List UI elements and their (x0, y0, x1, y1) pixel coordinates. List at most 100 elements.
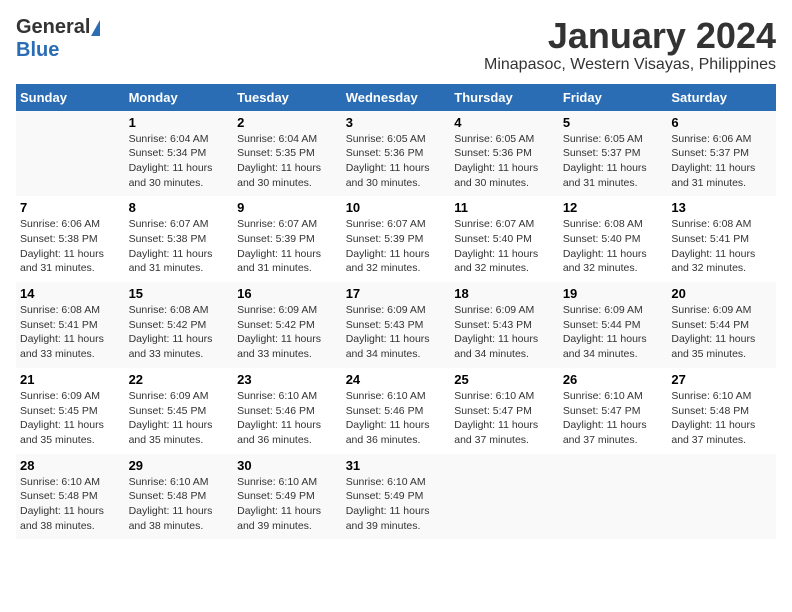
logo: General Blue (16, 16, 100, 62)
page-title: January 2024 (484, 16, 776, 56)
calendar-cell: 16Sunrise: 6:09 AM Sunset: 5:42 PM Dayli… (233, 282, 342, 368)
calendar-table: SundayMondayTuesdayWednesdayThursdayFrid… (16, 84, 776, 540)
day-content: Sunrise: 6:10 AM Sunset: 5:49 PM Dayligh… (346, 475, 447, 534)
calendar-cell: 29Sunrise: 6:10 AM Sunset: 5:48 PM Dayli… (125, 454, 234, 540)
calendar-cell: 30 Sunrise: 6:10 AM Sunset: 5:49 PM Dayli… (233, 454, 342, 540)
weekday-header-monday: Monday (125, 84, 234, 111)
day-number: 4 (454, 115, 555, 130)
day-number: 22 (129, 372, 230, 387)
day-content: Sunrise: 6:07 AM Sunset: 5:40 PM Dayligh… (454, 217, 555, 276)
calendar-cell: 12 Sunrise: 6:08 AM Sunset: 5:40 PM Dayli… (559, 196, 668, 282)
calendar-cell: 10 Sunrise: 6:07 AM Sunset: 5:39 PM Dayli… (342, 196, 451, 282)
day-number: 26 (563, 372, 664, 387)
weekday-header-friday: Friday (559, 84, 668, 111)
day-content: Sunrise: 6:10 AM Sunset: 5:48 PM Dayligh… (671, 389, 772, 448)
day-number: 31 (346, 458, 447, 473)
calendar-week-5: 28 Sunrise: 6:10 AM Sunset: 5:48 PM Dayli… (16, 454, 776, 540)
calendar-cell: 13 Sunrise: 6:08 AM Sunset: 5:41 PM Dayli… (667, 196, 776, 282)
calendar-cell: 4 Sunrise: 6:05 AM Sunset: 5:36 PM Daylig… (450, 111, 559, 197)
logo-general-text: General (16, 16, 90, 39)
calendar-cell: 21Sunrise: 6:09 AM Sunset: 5:45 PM Dayli… (16, 368, 125, 454)
weekday-header-tuesday: Tuesday (233, 84, 342, 111)
day-number: 30 (237, 458, 338, 473)
day-number: 19 (563, 286, 664, 301)
weekday-header-saturday: Saturday (667, 84, 776, 111)
calendar-cell: 3 Sunrise: 6:05 AM Sunset: 5:36 PM Daylig… (342, 111, 451, 197)
calendar-cell: 9Sunrise: 6:07 AM Sunset: 5:39 PM Daylig… (233, 196, 342, 282)
day-number: 2 (237, 115, 338, 130)
day-content: Sunrise: 6:09 AM Sunset: 5:44 PM Dayligh… (563, 303, 664, 362)
calendar-week-4: 21Sunrise: 6:09 AM Sunset: 5:45 PM Dayli… (16, 368, 776, 454)
day-content: Sunrise: 6:08 AM Sunset: 5:41 PM Dayligh… (671, 217, 772, 276)
day-content: Sunrise: 6:09 AM Sunset: 5:43 PM Dayligh… (346, 303, 447, 362)
day-number: 8 (129, 200, 230, 215)
day-content: Sunrise: 6:09 AM Sunset: 5:43 PM Dayligh… (454, 303, 555, 362)
day-content: Sunrise: 6:08 AM Sunset: 5:42 PM Dayligh… (129, 303, 230, 362)
calendar-cell (559, 454, 668, 540)
weekday-header-wednesday: Wednesday (342, 84, 451, 111)
day-number: 18 (454, 286, 555, 301)
calendar-cell: 15Sunrise: 6:08 AM Sunset: 5:42 PM Dayli… (125, 282, 234, 368)
calendar-cell: 11 Sunrise: 6:07 AM Sunset: 5:40 PM Dayli… (450, 196, 559, 282)
day-number: 11 (454, 200, 555, 215)
day-content: Sunrise: 6:07 AM Sunset: 5:38 PM Dayligh… (129, 217, 230, 276)
calendar-cell: 1 Sunrise: 6:04 AM Sunset: 5:34 PM Daylig… (125, 111, 234, 197)
day-content: Sunrise: 6:09 AM Sunset: 5:42 PM Dayligh… (237, 303, 338, 362)
calendar-cell: 23Sunrise: 6:10 AM Sunset: 5:46 PM Dayli… (233, 368, 342, 454)
day-content: Sunrise: 6:09 AM Sunset: 5:45 PM Dayligh… (129, 389, 230, 448)
day-number: 17 (346, 286, 447, 301)
calendar-cell: 31 Sunrise: 6:10 AM Sunset: 5:49 PM Dayli… (342, 454, 451, 540)
weekday-header-row: SundayMondayTuesdayWednesdayThursdayFrid… (16, 84, 776, 111)
page-header: General Blue January 2024 Minapasoc, Wes… (16, 16, 776, 74)
calendar-cell (450, 454, 559, 540)
calendar-cell: 2Sunrise: 6:04 AM Sunset: 5:35 PM Daylig… (233, 111, 342, 197)
day-content: Sunrise: 6:06 AM Sunset: 5:38 PM Dayligh… (20, 217, 121, 276)
calendar-cell: 8 Sunrise: 6:07 AM Sunset: 5:38 PM Daylig… (125, 196, 234, 282)
day-number: 3 (346, 115, 447, 130)
day-number: 5 (563, 115, 664, 130)
calendar-cell: 17 Sunrise: 6:09 AM Sunset: 5:43 PM Dayli… (342, 282, 451, 368)
calendar-cell (667, 454, 776, 540)
day-content: Sunrise: 6:05 AM Sunset: 5:36 PM Dayligh… (346, 132, 447, 191)
day-number: 27 (671, 372, 772, 387)
weekday-header-sunday: Sunday (16, 84, 125, 111)
calendar-week-3: 14Sunrise: 6:08 AM Sunset: 5:41 PM Dayli… (16, 282, 776, 368)
day-number: 13 (671, 200, 772, 215)
day-content: Sunrise: 6:10 AM Sunset: 5:47 PM Dayligh… (563, 389, 664, 448)
day-number: 12 (563, 200, 664, 215)
day-content: Sunrise: 6:05 AM Sunset: 5:37 PM Dayligh… (563, 132, 664, 191)
calendar-cell (16, 111, 125, 197)
day-number: 24 (346, 372, 447, 387)
day-number: 1 (129, 115, 230, 130)
calendar-cell: 28Sunrise: 6:10 AM Sunset: 5:48 PM Dayli… (16, 454, 125, 540)
calendar-cell: 25Sunrise: 6:10 AM Sunset: 5:47 PM Dayli… (450, 368, 559, 454)
day-content: Sunrise: 6:08 AM Sunset: 5:40 PM Dayligh… (563, 217, 664, 276)
day-number: 14 (20, 286, 121, 301)
calendar-cell: 27 Sunrise: 6:10 AM Sunset: 5:48 PM Dayli… (667, 368, 776, 454)
day-content: Sunrise: 6:05 AM Sunset: 5:36 PM Dayligh… (454, 132, 555, 191)
day-number: 23 (237, 372, 338, 387)
day-number: 20 (671, 286, 772, 301)
day-content: Sunrise: 6:10 AM Sunset: 5:46 PM Dayligh… (346, 389, 447, 448)
calendar-cell: 24 Sunrise: 6:10 AM Sunset: 5:46 PM Dayli… (342, 368, 451, 454)
calendar-cell: 7 Sunrise: 6:06 AM Sunset: 5:38 PM Daylig… (16, 196, 125, 282)
weekday-header-thursday: Thursday (450, 84, 559, 111)
day-content: Sunrise: 6:06 AM Sunset: 5:37 PM Dayligh… (671, 132, 772, 191)
day-number: 10 (346, 200, 447, 215)
calendar-cell: 18 Sunrise: 6:09 AM Sunset: 5:43 PM Dayli… (450, 282, 559, 368)
day-content: Sunrise: 6:10 AM Sunset: 5:48 PM Dayligh… (129, 475, 230, 534)
day-content: Sunrise: 6:10 AM Sunset: 5:49 PM Dayligh… (237, 475, 338, 534)
day-content: Sunrise: 6:07 AM Sunset: 5:39 PM Dayligh… (346, 217, 447, 276)
day-number: 25 (454, 372, 555, 387)
calendar-cell: 22 Sunrise: 6:09 AM Sunset: 5:45 PM Dayli… (125, 368, 234, 454)
day-number: 28 (20, 458, 121, 473)
day-number: 6 (671, 115, 772, 130)
day-content: Sunrise: 6:09 AM Sunset: 5:44 PM Dayligh… (671, 303, 772, 362)
calendar-cell: 26 Sunrise: 6:10 AM Sunset: 5:47 PM Dayli… (559, 368, 668, 454)
logo-blue-text: Blue (16, 39, 59, 62)
day-content: Sunrise: 6:07 AM Sunset: 5:39 PM Dayligh… (237, 217, 338, 276)
day-content: Sunrise: 6:04 AM Sunset: 5:34 PM Dayligh… (129, 132, 230, 191)
logo-triangle-icon (91, 20, 100, 36)
calendar-cell: 5 Sunrise: 6:05 AM Sunset: 5:37 PM Daylig… (559, 111, 668, 197)
day-number: 7 (20, 200, 121, 215)
